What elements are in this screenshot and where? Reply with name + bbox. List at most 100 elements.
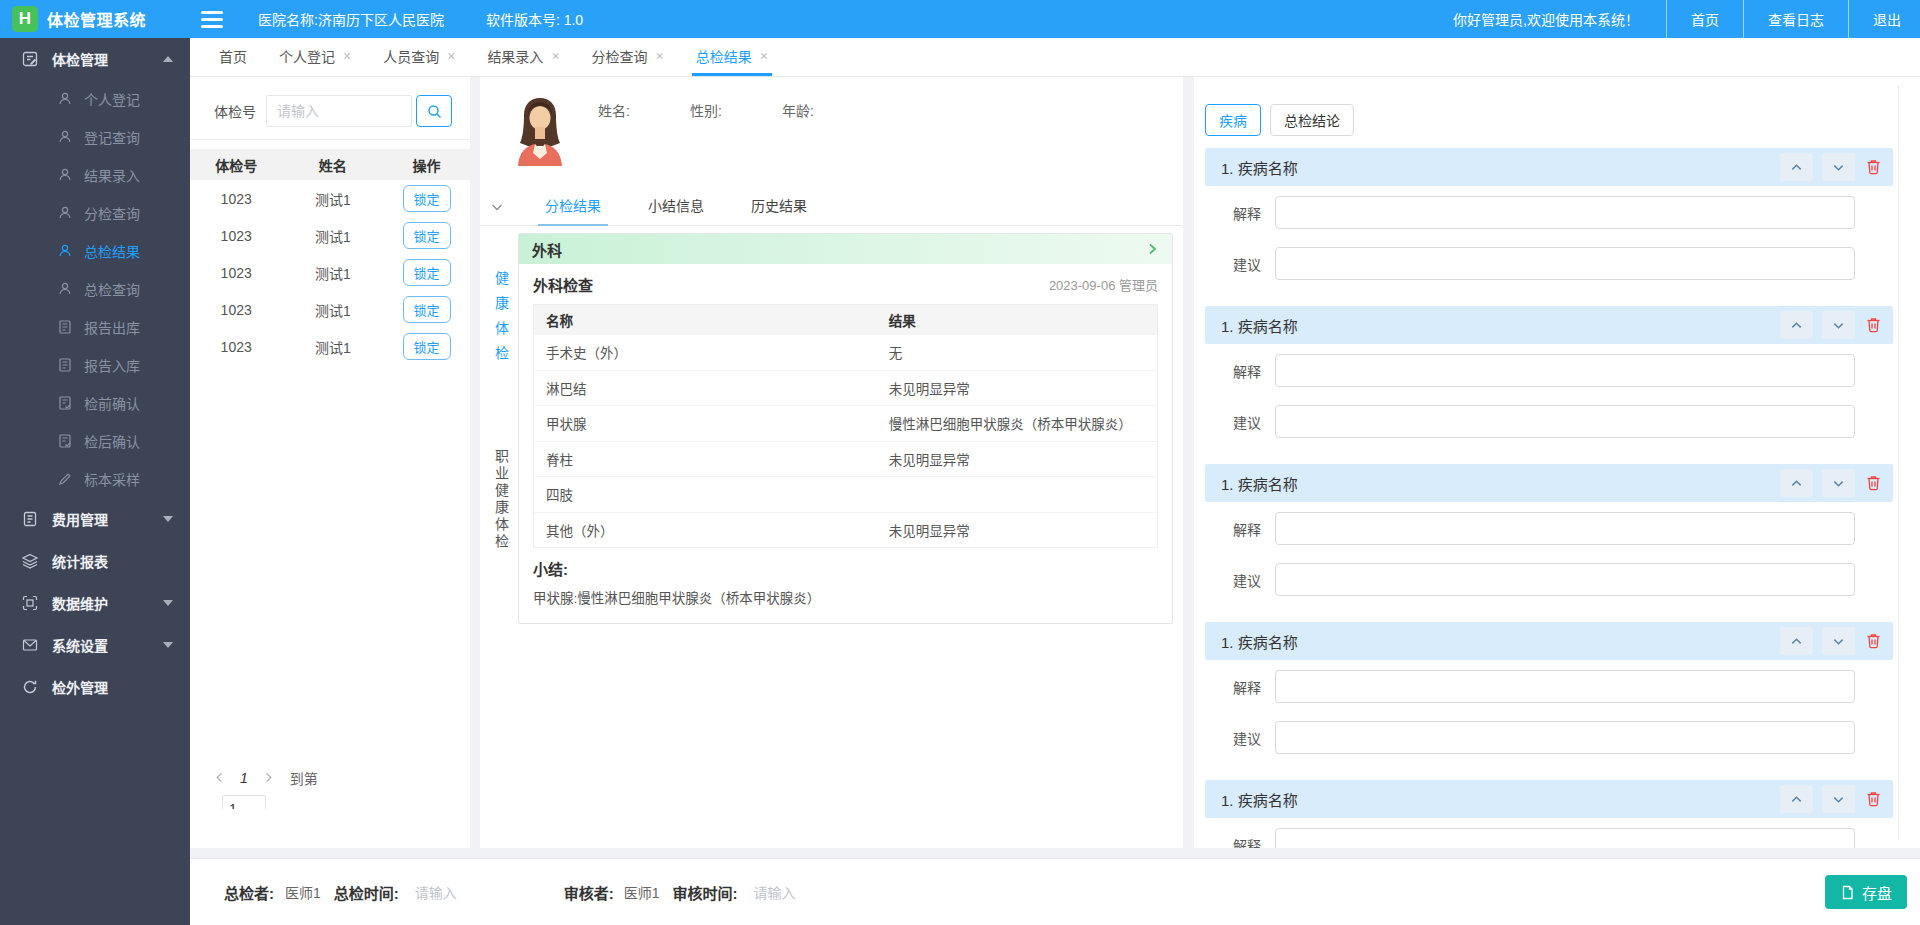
tab-home[interactable]: 首页 [215,38,251,76]
examiner-value[interactable]: 医师1 [285,882,321,902]
close-icon[interactable]: × [343,49,351,63]
sidebar-item-pre-exam-confirm[interactable]: 检前确认 [0,384,190,422]
reviewer-value[interactable]: 医师1 [624,882,660,902]
save-label: 存盘 [1862,882,1892,903]
delete-button[interactable] [1866,475,1881,491]
prev-page-icon[interactable] [214,772,225,783]
tab-sub-exam-results[interactable]: 分检结果 [538,195,608,226]
tab-result-entry[interactable]: 结果录入× [483,38,563,76]
close-icon[interactable]: × [656,49,664,63]
menu-toggle-icon[interactable] [201,11,223,28]
table-row: 四肢 [534,477,1158,513]
sidebar-group-statistics-report[interactable]: 统计报表 [0,540,190,582]
move-down-button[interactable] [1822,311,1855,339]
col-exam-number: 体检号 [190,149,282,180]
chevron-down-icon [163,642,173,648]
detail-tabs: 分检结果 小结信息 历史结果 [480,174,1183,226]
next-page-icon[interactable] [263,772,274,783]
move-up-button[interactable] [1780,627,1813,655]
lock-button[interactable]: 锁定 [403,259,451,286]
sidebar-group-system-settings[interactable]: 系统设置 [0,624,190,666]
move-down-button[interactable] [1822,153,1855,181]
close-icon[interactable]: × [551,49,559,63]
disease-block-header: 1. 疾病名称 [1205,306,1893,344]
sidebar-group-external-exam[interactable]: 检外管理 [0,666,190,708]
nav-view-logs[interactable]: 查看日志 [1743,0,1848,38]
nav-logout[interactable]: 退出 [1848,0,1920,38]
explain-input[interactable] [1275,828,1855,848]
sidebar-item-specimen-sampling[interactable]: 标本采样 [0,460,190,498]
tab-label: 分检查询 [592,46,648,66]
delete-button[interactable] [1866,633,1881,649]
explain-input[interactable] [1275,512,1855,545]
lock-button[interactable]: 锁定 [403,296,451,323]
sidebar-item-final-exam-query[interactable]: 总检查询 [0,270,190,308]
sidebar-group-exam-management[interactable]: 体检管理 [0,38,190,80]
suggest-input[interactable] [1275,405,1855,438]
sidebar-group-fee-management[interactable]: 费用管理 [0,498,190,540]
person-icon [57,91,73,107]
close-icon[interactable]: × [760,49,768,63]
person-icon [57,281,73,297]
explain-input[interactable] [1275,196,1855,229]
goto-page-input[interactable] [222,795,266,809]
suggest-label: 建议 [1205,570,1275,590]
tab-summary-info[interactable]: 小结信息 [641,195,711,226]
move-up-button[interactable] [1780,153,1813,181]
table-row: 1023测试1锁定 [190,217,470,254]
exam-number-input[interactable] [266,95,412,127]
delete-button[interactable] [1866,317,1881,333]
delete-button[interactable] [1866,791,1881,807]
final-conclusion-button[interactable]: 总检结论 [1270,104,1354,136]
exam-time-input[interactable]: 请输入 [415,882,457,902]
sidebar-item-report-out[interactable]: 报告出库 [0,308,190,346]
collapse-icon[interactable] [489,199,505,225]
book-icon [21,510,39,528]
lock-button[interactable]: 锁定 [403,185,451,212]
tab-history-results[interactable]: 历史结果 [744,195,814,226]
move-up-button[interactable] [1780,469,1813,497]
tab-person-query[interactable]: 人员查询× [379,38,459,76]
sidebar-item-personal-registration[interactable]: 个人登记 [0,80,190,118]
explain-input[interactable] [1275,354,1855,387]
suggest-input[interactable] [1275,247,1855,280]
sidebar-item-post-exam-confirm[interactable]: 检后确认 [0,422,190,460]
sidebar-item-result-entry[interactable]: 结果录入 [0,156,190,194]
exam-number-label: 体检号 [214,101,256,121]
welcome-text: 你好管理员,欢迎使用本系统！ [1453,9,1639,29]
sidebar-group-data-maintenance[interactable]: 数据维护 [0,582,190,624]
move-up-button[interactable] [1780,311,1813,339]
section-banner[interactable]: 外科 [519,234,1172,264]
suggest-input[interactable] [1275,563,1855,596]
vertical-tab-occupational-exam[interactable]: 职业健康体检 [491,449,511,551]
patient-list-panel: 体检号 体检号 姓名 操作 1023测试1锁定 1023测试1锁定 1023测试… [190,77,470,848]
lock-button[interactable]: 锁定 [403,222,451,249]
suggest-input[interactable] [1275,721,1855,754]
tab-final-exam-result[interactable]: 总检结果× [692,38,772,76]
delete-button[interactable] [1866,159,1881,175]
review-time-input[interactable]: 请输入 [754,882,796,902]
sidebar-item-report-in[interactable]: 报告入库 [0,346,190,384]
move-down-button[interactable] [1822,627,1855,655]
sidebar-item-sub-exam-query[interactable]: 分检查询 [0,194,190,232]
lock-button[interactable]: 锁定 [403,333,451,360]
search-button[interactable] [416,95,452,127]
document-check-icon [57,433,73,449]
save-button[interactable]: 存盘 [1825,875,1907,909]
move-down-button[interactable] [1822,785,1855,813]
close-icon[interactable]: × [447,49,455,63]
sidebar-item-registration-query[interactable]: 登记查询 [0,118,190,156]
gender-label: 性别: [690,100,782,166]
tab-sub-exam-query[interactable]: 分检查询 × [588,38,668,76]
disease-button[interactable]: 疾病 [1205,104,1261,136]
explain-label: 解释 [1205,203,1275,223]
move-down-button[interactable] [1822,469,1855,497]
move-up-button[interactable] [1780,785,1813,813]
explain-input[interactable] [1275,670,1855,703]
tab-label: 个人登记 [279,46,335,66]
current-page[interactable]: 1 [240,770,248,786]
vertical-tab-health-exam[interactable]: 健康体检 [491,271,511,371]
nav-home[interactable]: 首页 [1666,0,1743,38]
sidebar-item-final-exam-result[interactable]: 总检结果 [0,232,190,270]
tab-personal-registration[interactable]: 个人登记 × [275,38,355,76]
